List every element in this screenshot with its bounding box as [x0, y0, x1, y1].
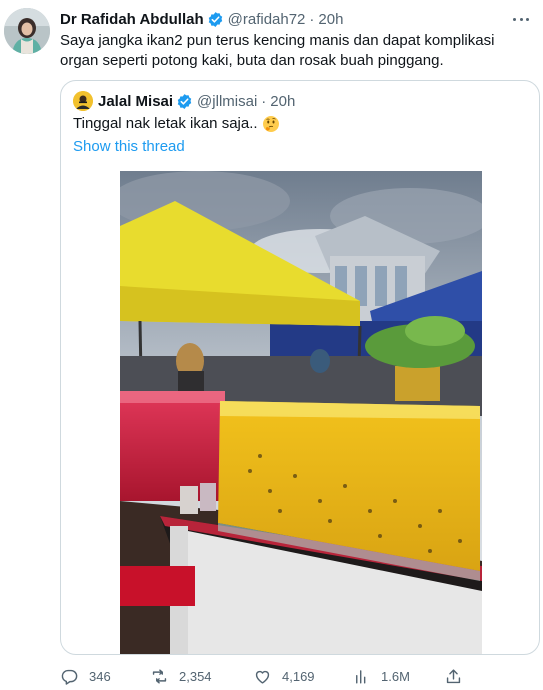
quoted-tweet-header: Jalal Misai @jllmisai · 20h	[73, 91, 295, 111]
separator-dot: ·	[309, 10, 315, 28]
show-thread-link[interactable]: Show this thread	[73, 138, 185, 155]
like-button[interactable]: 4,169	[253, 664, 315, 688]
retweet-icon	[152, 668, 167, 684]
author-handle[interactable]: @rafidah72	[228, 11, 306, 28]
view-count: 1.6M	[381, 668, 410, 684]
tweet-text: Saya jangka ikan2 pun terus kencing mani…	[60, 32, 495, 69]
quoted-timestamp[interactable]: 20h	[270, 93, 295, 110]
share-button[interactable]	[444, 664, 463, 688]
views-button[interactable]: 1.6M	[352, 664, 410, 688]
retweet-count: 2,354	[179, 668, 212, 684]
quoted-tweet-card[interactable]: Jalal Misai @jllmisai · 20h Tinggal nak …	[60, 80, 540, 655]
verified-badge-icon	[208, 11, 222, 27]
quoted-author-avatar[interactable]	[73, 91, 93, 111]
quoted-author-handle[interactable]: @jllmisai	[197, 93, 257, 110]
tweet-actions-bar: 346 2,354 4,169 1.6M	[60, 664, 460, 688]
thinking-face-emoji	[262, 116, 279, 132]
quoted-tweet-text-row: Tinggal nak letak ikan saja..	[73, 114, 280, 134]
reply-count: 346	[89, 668, 111, 684]
author-name[interactable]: Dr Rafidah Abdullah	[60, 11, 204, 28]
like-icon	[255, 670, 270, 684]
reply-button[interactable]: 346	[60, 664, 111, 688]
reply-icon	[61, 669, 78, 685]
retweet-button[interactable]: 2,354	[150, 664, 212, 688]
more-options-icon[interactable]	[511, 11, 531, 27]
quoted-tweet-text: Tinggal nak letak ikan saja..	[73, 115, 258, 132]
like-count: 4,169	[282, 668, 315, 684]
views-icon	[356, 669, 366, 684]
share-icon	[446, 668, 461, 683]
quoted-tweet-photo[interactable]	[120, 171, 482, 654]
tweet-timestamp[interactable]: 20h	[318, 11, 343, 28]
tweet-header: Dr Rafidah Abdullah @rafidah72 · 20h	[60, 9, 533, 29]
quoted-author-name[interactable]: Jalal Misai	[98, 93, 173, 110]
separator-dot: ·	[261, 92, 267, 110]
verified-badge-icon	[177, 93, 192, 109]
author-avatar[interactable]	[4, 8, 50, 54]
